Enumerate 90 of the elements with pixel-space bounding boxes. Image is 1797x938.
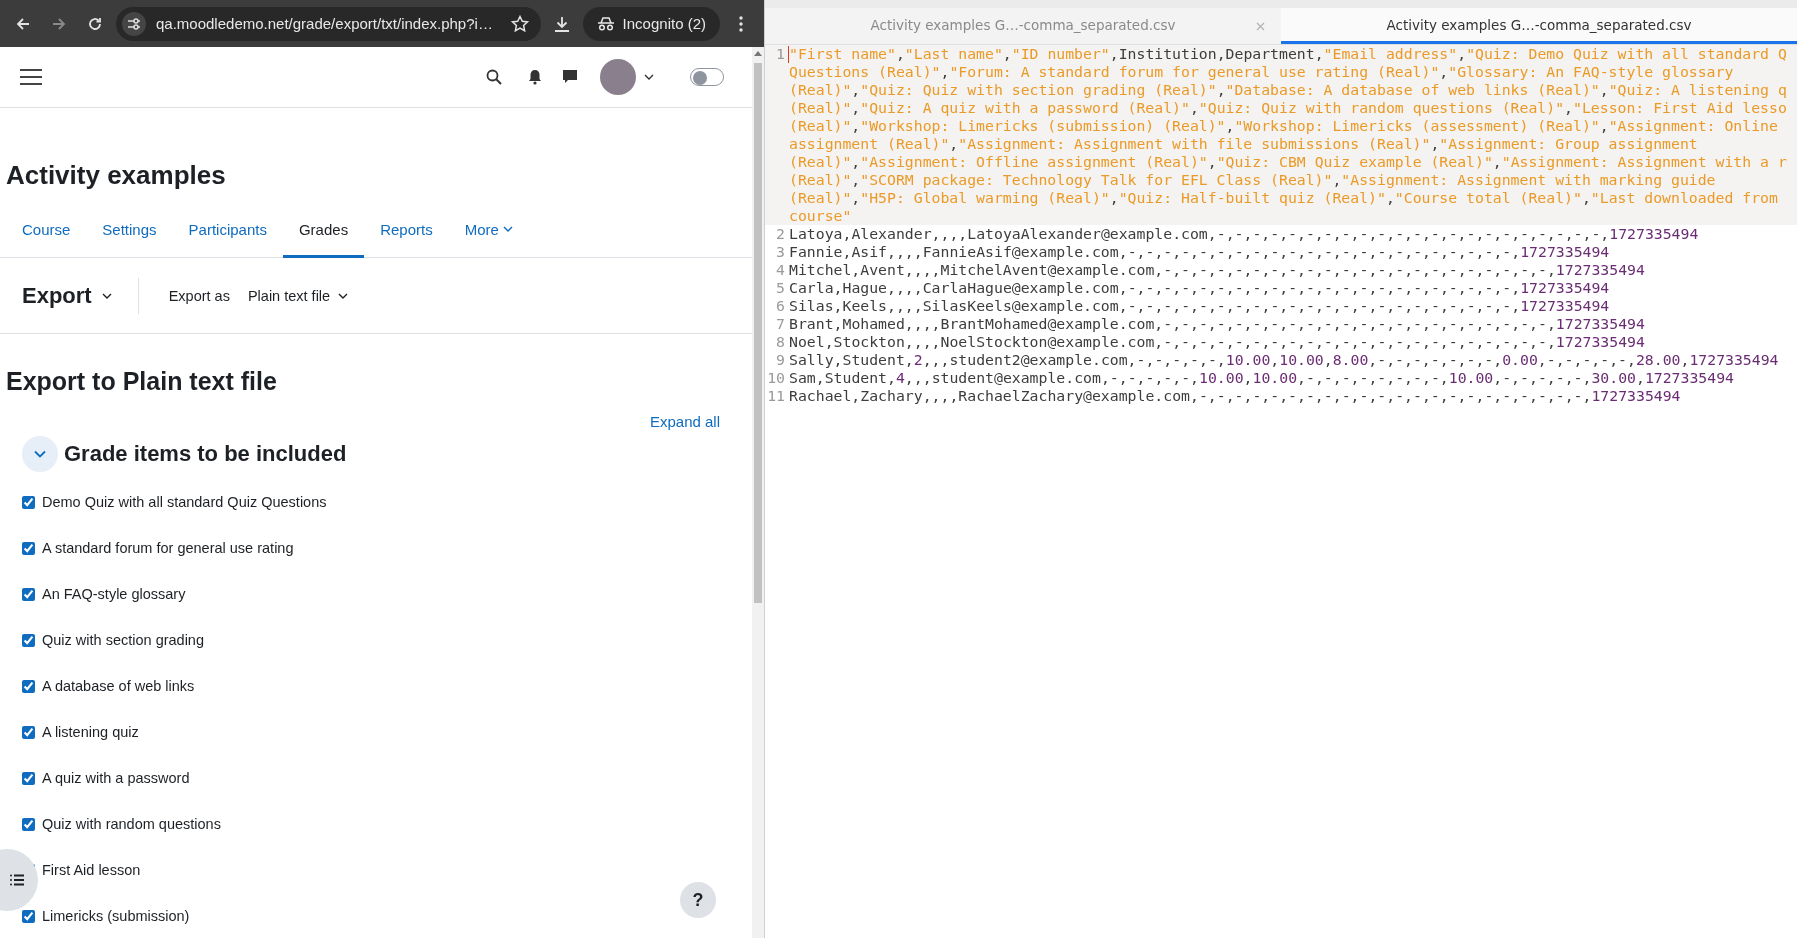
menu-button[interactable]	[20, 69, 42, 85]
user-menu-caret[interactable]	[644, 74, 654, 80]
checkbox[interactable]	[22, 910, 35, 923]
checkbox[interactable]	[22, 818, 35, 831]
checkbox-label: A standard forum for general use rating	[42, 540, 294, 556]
caret-icon	[644, 74, 654, 80]
line-number: 8	[776, 333, 785, 351]
code-line: (Real)","Quiz: Quiz with section grading (Real)","Database: A database of web links (Real)","Quiz: A listening q	[789, 81, 1787, 99]
code-line: (Real)","Quiz: A quiz with a password (Real)","Quiz: Quiz with random questions (Real)","Lesson: First Aid lesso	[789, 99, 1787, 117]
notifications-button[interactable]	[528, 69, 542, 85]
code-line: Rachael,Zachary,,,,RachaelZachary@example.com,-,-,-,-,-,-,-,-,-,-,-,-,-,-,-,-,-,-,-,-,-,-,1727335494	[789, 387, 1681, 405]
section-heading: Grade items to be included	[64, 441, 347, 467]
checkbox-label: A database of web links	[42, 678, 195, 694]
text-cursor	[787, 46, 789, 63]
code-line: Latoya,Alexander,,,,LatoyaAlexander@example.com,-,-,-,-,-,-,-,-,-,-,-,-,-,-,-,-,-,-,-,-,-,-,1727335494	[789, 225, 1699, 243]
page-title: Activity examples	[6, 160, 227, 191]
code-line: (Real)","Workshop: Limericks (submission) (Real)","Workshop: Limericks (assessment) (Real)","Assignment: Online	[789, 117, 1779, 135]
line-number: 7	[776, 315, 785, 333]
export-as-label: Export as	[168, 287, 230, 304]
line-number: 4	[776, 261, 785, 279]
code-line: "First name","Last name","ID number",Institution,Department,"Email address","Quiz: Demo Quiz with all standard Q	[789, 45, 1787, 63]
collapse-toggle-button[interactable]	[22, 436, 58, 472]
incognito-icon	[596, 16, 615, 31]
toggle-switch[interactable]	[690, 68, 724, 86]
export-menu-button[interactable]: Export	[22, 277, 139, 314]
checkbox-label: Quiz with section grading	[42, 632, 204, 648]
code-line: Questions (Real)","Forum: A standard forum for general use rating (Real)","Glossary: An FAQ-style glossary	[789, 63, 1735, 81]
code-line: Carla,Hague,,,,CarlaHague@example.com,-,-,-,-,-,-,-,-,-,-,-,-,-,-,-,-,-,-,-,-,-,-,1727335494	[789, 279, 1610, 297]
line-number: 6	[776, 297, 785, 315]
code-line: Mitchel,Avent,,,,MitchelAvent@example.com,-,-,-,-,-,-,-,-,-,-,-,-,-,-,-,-,-,-,-,-,-,-,1727335494	[789, 261, 1645, 279]
code-line: (Real)","Assignment: Offline assignment (Real)","Quiz: CBM Quiz example (Real)","Assignment: Assignment with a r	[789, 153, 1787, 171]
checkbox[interactable]	[22, 772, 35, 785]
nav-tab[interactable]: Settings	[86, 203, 173, 258]
code-line: course"	[789, 207, 853, 225]
checkbox[interactable]	[22, 726, 35, 739]
scrollbar[interactable]	[752, 47, 764, 938]
line-number: 11	[767, 387, 785, 405]
line-number: 3	[776, 243, 785, 261]
line-number: 2	[776, 225, 785, 243]
expand-all-link[interactable]: Expand all	[649, 413, 720, 430]
code-line: Brant,Mohamed,,,,BrantMohamed@example.com,-,-,-,-,-,-,-,-,-,-,-,-,-,-,-,-,-,-,-,-,-,-,1727335494	[789, 315, 1645, 333]
line-number: 5	[776, 279, 785, 297]
form-title: Export to Plain text file	[6, 367, 278, 396]
help-button[interactable]: ?	[680, 882, 716, 918]
nav-tab[interactable]: Reports	[364, 203, 449, 258]
checkbox-label: A listening quiz	[42, 724, 139, 740]
checkbox-label: Quiz with random questions	[42, 816, 221, 832]
caret-icon	[101, 292, 112, 299]
reload-icon	[87, 15, 103, 32]
line-number: 1	[776, 45, 785, 63]
messages-button[interactable]	[562, 69, 578, 85]
code-line: (Real)","H5P: Global warming (Real)","Quiz: Half-built quiz (Real)","Course total (Real)","Last downloaded from	[789, 189, 1779, 207]
code-line: Sam,Student,4,,,student@example.com,-,-,-,-,-,10.00,10.00,-,-,-,-,-,-,-,-,10.00,-,-,-,-,-,30.00,1727335494	[789, 369, 1734, 387]
user-avatar[interactable]	[600, 59, 636, 95]
nav-tab[interactable]: Grades	[282, 203, 365, 258]
checkbox[interactable]	[22, 680, 35, 693]
bookmark-star-icon[interactable]	[510, 14, 529, 33]
checkbox-label: Demo Quiz with all standard Quiz Questions	[42, 494, 327, 510]
scroll-up-arrow-icon[interactable]	[754, 50, 762, 56]
caret-icon	[338, 292, 349, 299]
code-line: Fannie,Asif,,,,FannieAsif@example.com,-,-,-,-,-,-,-,-,-,-,-,-,-,-,-,-,-,-,-,-,-,-,1727335494	[789, 243, 1610, 261]
url-text: qa.moodledemo.net/grade/export/txt/index.php?i…	[156, 15, 494, 32]
download-icon	[552, 14, 571, 33]
checkbox[interactable]	[22, 542, 35, 555]
line-number: 10	[767, 369, 785, 387]
line-number: 9	[776, 351, 785, 369]
incognito-button[interactable]: Incognito (2)	[582, 6, 720, 41]
checkbox-label: An FAQ-style glossary	[42, 586, 186, 602]
code-line: Sally,Student,2,,,student2@example.com,-,-,-,-,-,10.00,10.00,8.00,-,-,-,-,-,-,-,0.00,-,-,-,-,-,28.00,1727335494	[789, 351, 1779, 369]
list-icon	[10, 874, 24, 886]
file-tab[interactable]: Activity examples G…-comma_separated.csv	[1281, 8, 1797, 44]
checkbox-label: First Aid lesson	[42, 862, 141, 878]
code-line: (Real)","SCORM package: Technology Talk for EFL Class (Real)","Assignment: Assignment with marking guide	[789, 171, 1717, 189]
nav-tab[interactable]: Participants	[172, 203, 283, 258]
checkbox-label: Limericks (submission)	[42, 908, 190, 924]
checkbox-label: A quiz with a password	[42, 770, 190, 786]
format-dropdown[interactable]: Plain text file	[241, 286, 355, 305]
forward-arrow-icon	[51, 15, 67, 32]
code-line: Noel,Stockton,,,,NoelStockton@example.com,-,-,-,-,-,-,-,-,-,-,-,-,-,-,-,-,-,-,-,-,-,-,1727335494	[789, 333, 1645, 351]
site-settings-icon[interactable]	[122, 11, 146, 36]
nav-tab[interactable]: Course	[0, 203, 87, 258]
checkbox[interactable]	[22, 634, 35, 647]
search-button[interactable]	[486, 69, 502, 85]
checkbox[interactable]	[22, 496, 35, 509]
code-line: Silas,Keels,,,,SilasKeels@example.com,-,-,-,-,-,-,-,-,-,-,-,-,-,-,-,-,-,-,-,-,-,-,1727335494	[789, 297, 1610, 315]
code-line: assignment (Real)","Assignment: Assignment with file submissions (Real)","Assignment: Group assignment	[789, 135, 1699, 153]
nav-tab[interactable]: More	[448, 203, 529, 258]
address-bar[interactable]: qa.moodledemo.net/grade/export/txt/index.php?i…	[116, 6, 541, 41]
back-arrow-icon	[15, 15, 31, 32]
checkbox[interactable]	[22, 588, 35, 601]
